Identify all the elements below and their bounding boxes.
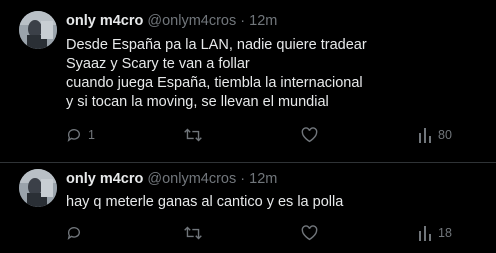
retweet-icon (184, 127, 202, 143)
timestamp[interactable]: 12m (249, 171, 277, 187)
view-count: 80 (438, 128, 452, 142)
view-count: 18 (438, 226, 452, 240)
like-button[interactable] (301, 125, 324, 145)
retweet-icon (184, 225, 202, 241)
reply-icon (66, 225, 82, 241)
tweet-text: Desde España pa la LAN, nadie quiere tra… (66, 36, 367, 112)
reply-button[interactable] (66, 223, 88, 243)
like-icon (301, 225, 318, 241)
views-icon (418, 127, 432, 143)
tweet-text-line: y si tocan la moving, se llevan el mundi… (66, 94, 329, 110)
author-handle[interactable]: @onlym4cros (147, 13, 236, 29)
action-bar: 1 80 (0, 125, 496, 145)
reply-button[interactable]: 1 (66, 125, 95, 145)
tweet-text-line: Desde España pa la LAN, nadie quiere tra… (66, 37, 367, 53)
tweet[interactable]: only m4cro @onlym4cros · 12m Desde Españ… (0, 0, 496, 162)
tweet-text-line: cuando juega España, tiembla la internac… (66, 75, 363, 91)
tweet-text-line: Syaaz y Scary te van a follar (66, 56, 250, 72)
tweet-header: only m4cro @onlym4cros · 12m (66, 11, 277, 31)
retweet-button[interactable] (184, 125, 208, 145)
reply-icon (66, 127, 82, 143)
action-bar: 18 (0, 223, 496, 243)
tweet[interactable]: only m4cro @onlym4cros · 12m hay q meter… (0, 163, 496, 253)
avatar[interactable] (19, 169, 57, 207)
like-icon (301, 127, 318, 143)
author-handle[interactable]: @onlym4cros (147, 171, 236, 187)
like-button[interactable] (301, 223, 324, 243)
retweet-button[interactable] (184, 223, 208, 243)
timestamp[interactable]: 12m (249, 13, 277, 29)
tweet-header: only m4cro @onlym4cros · 12m (66, 169, 277, 189)
separator: · (240, 13, 246, 29)
author-name[interactable]: only m4cro (66, 13, 143, 29)
views-button[interactable]: 80 (418, 125, 452, 145)
reply-count: 1 (88, 128, 95, 142)
author-name[interactable]: only m4cro (66, 171, 143, 187)
views-icon (418, 225, 432, 241)
tweet-text: hay q meterle ganas al cantico y es la p… (66, 193, 343, 212)
avatar[interactable] (19, 11, 57, 49)
views-button[interactable]: 18 (418, 223, 452, 243)
tweet-text-line: hay q meterle ganas al cantico y es la p… (66, 194, 344, 210)
separator: · (240, 171, 246, 187)
